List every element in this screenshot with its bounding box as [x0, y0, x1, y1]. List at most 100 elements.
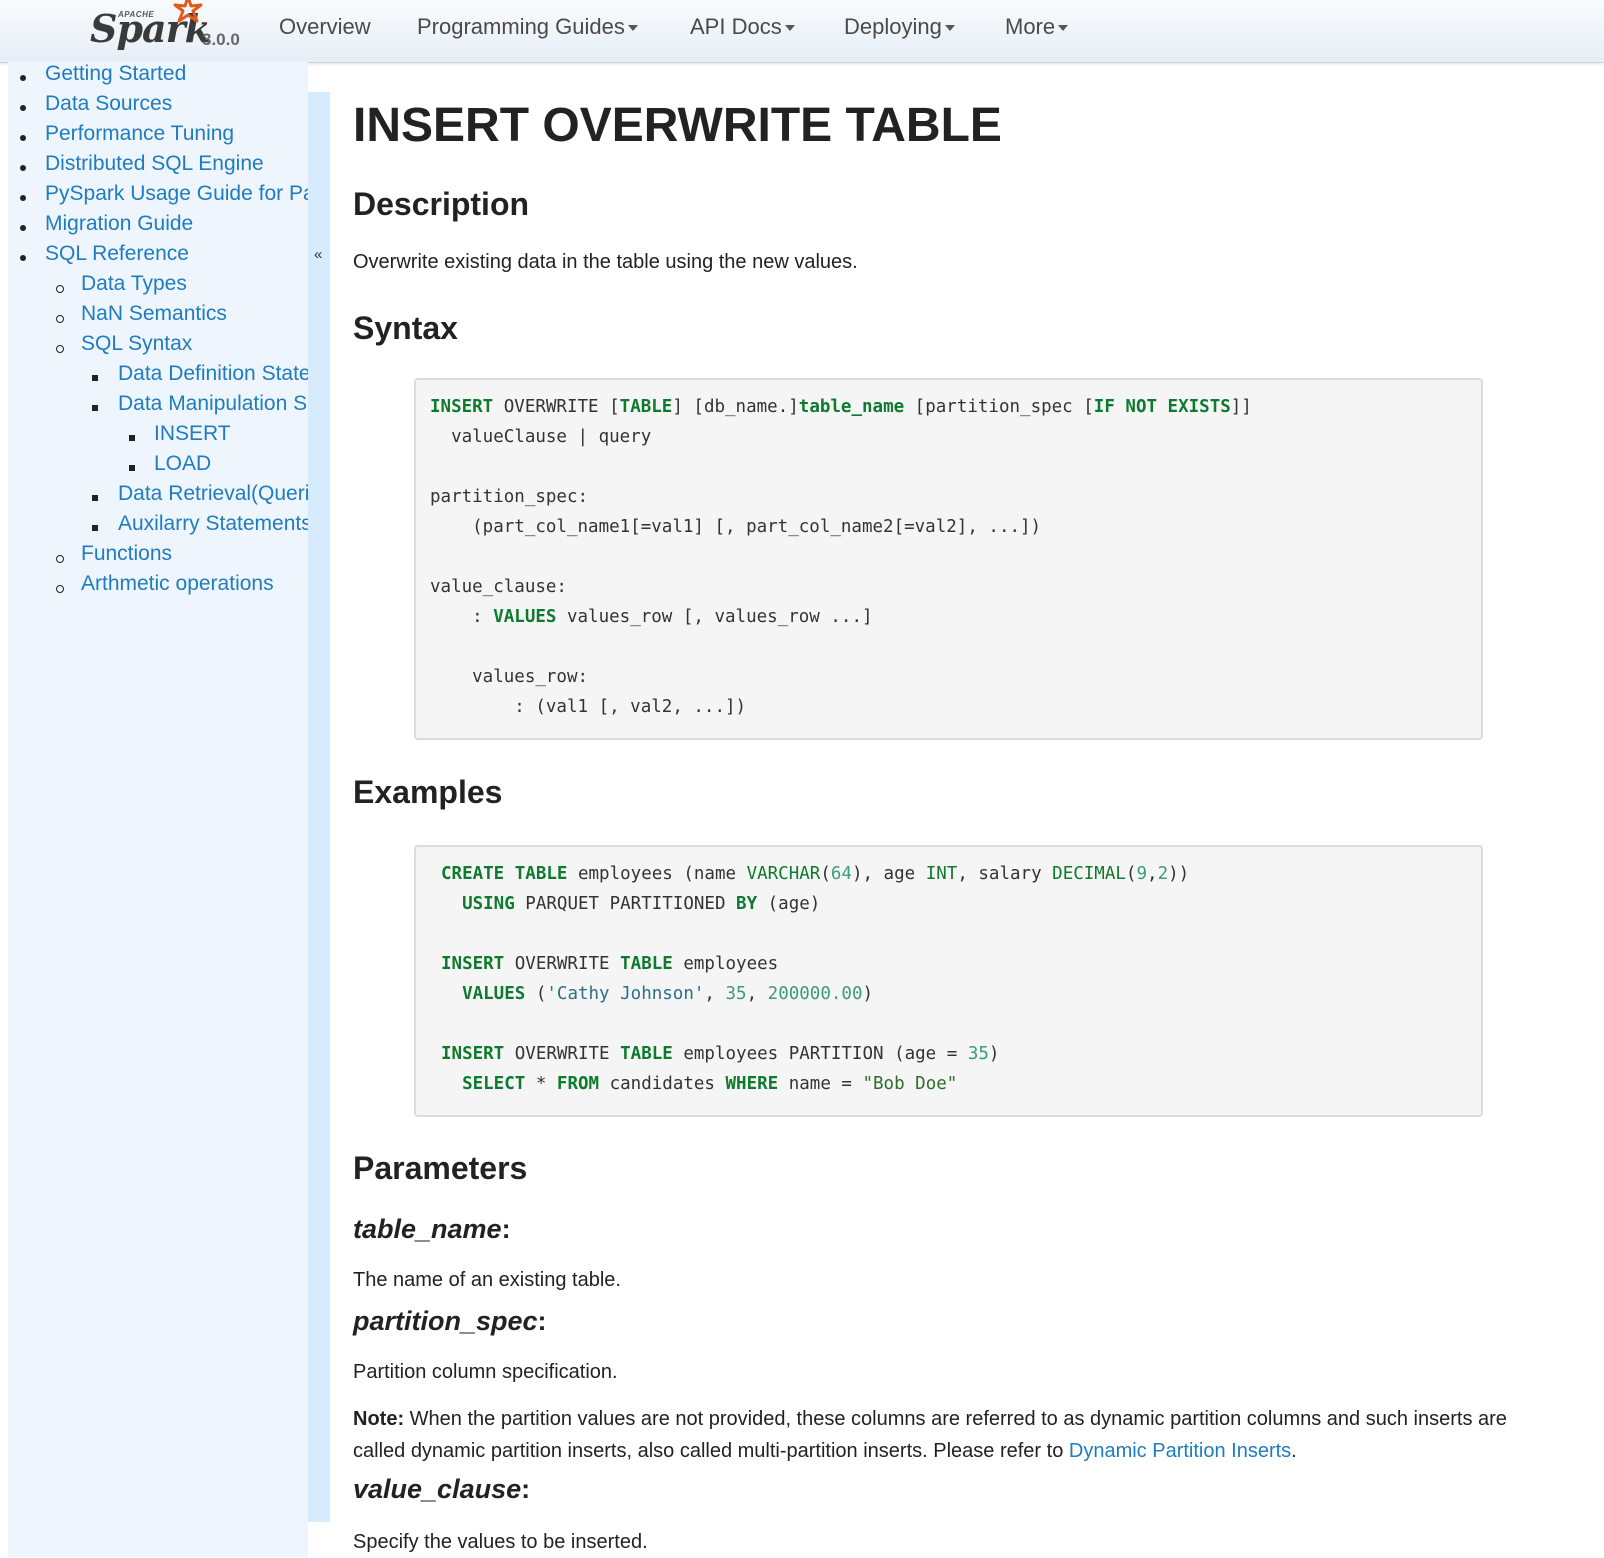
code-token: values_row [, values_row ...] — [556, 607, 873, 627]
code-token: name = — [778, 1074, 863, 1094]
bullet-icon — [20, 105, 26, 111]
code-token: )) — [1168, 864, 1190, 884]
sidebar-splitter[interactable] — [308, 92, 330, 1522]
spark-star-icon — [173, 0, 203, 23]
bullet-icon — [92, 375, 98, 381]
code-token: candidates — [599, 1074, 726, 1094]
code-token: TABLE — [620, 1044, 673, 1064]
examples-code: CREATE TABLE employees (name VARCHAR(64)… — [441, 859, 1481, 1099]
partition-note: Note: When the partition values are not … — [353, 1403, 1553, 1467]
sidebar-nav: Getting Started Data Sources Performance T… — [8, 62, 308, 1557]
bullet-icon — [20, 255, 26, 261]
sidebar-item-auxilarry-statements[interactable]: Auxilarry Statements — [118, 512, 308, 536]
param-value-clause-label: value_clause — [353, 1474, 522, 1504]
code-token: , — [1147, 864, 1158, 884]
sidebar-item-nan-semantics[interactable]: NaN Semantics — [81, 302, 227, 326]
bullet-icon — [56, 555, 64, 563]
nav-overview[interactable]: Overview — [279, 14, 371, 40]
nav-more[interactable]: More — [1005, 14, 1069, 40]
code-token: ( — [820, 864, 831, 884]
sidebar-item-distributed-sql-engine[interactable]: Distributed SQL Engine — [45, 152, 264, 176]
sidebar-item-sql-reference[interactable]: SQL Reference — [45, 242, 189, 266]
examples-heading: Examples — [353, 774, 503, 810]
dynamic-partition-inserts-link[interactable]: Dynamic Partition Inserts — [1069, 1440, 1291, 1462]
bullet-icon — [20, 195, 26, 201]
nav-overview-label: Overview — [279, 14, 371, 39]
sidebar-item-pyspark-usage-guide-for-pa[interactable]: PySpark Usage Guide for Pa — [45, 182, 308, 206]
version-label: 3.0.0 — [202, 30, 240, 49]
code-token: OVERWRITE — [504, 954, 621, 974]
code-token: : (val1 [, val2, ...]) — [430, 697, 747, 717]
code-token: ]] — [1230, 397, 1252, 417]
param-value-clause-desc: Specify the values to be inserted. — [353, 1531, 648, 1553]
bullet-icon — [20, 75, 26, 81]
code-token: DECIMAL — [1052, 864, 1126, 884]
sidebar-item-sql-syntax[interactable]: SQL Syntax — [81, 332, 192, 356]
param-partition-spec: partition_spec: — [353, 1306, 547, 1337]
bullet-icon — [92, 495, 98, 501]
caret-down-icon — [784, 25, 795, 32]
code-token: VALUES — [493, 607, 557, 627]
param-table-name-desc: The name of an existing table. — [353, 1269, 621, 1291]
param-table-name: table_name: — [353, 1214, 511, 1245]
bullet-icon — [20, 135, 26, 141]
description-text: Overwrite existing data in the table usi… — [353, 251, 858, 273]
sidebar-item-data-definition-state[interactable]: Data Definition State — [118, 362, 308, 386]
parameters-heading: Parameters — [353, 1150, 528, 1186]
sidebar-item-performance-tuning[interactable]: Performance Tuning — [45, 122, 234, 146]
nav-programming-guides[interactable]: Programming Guides — [417, 14, 638, 40]
code-token: OVERWRITE [ — [493, 397, 620, 417]
nav-deploying-label: Deploying — [844, 14, 942, 39]
nav-deploying[interactable]: Deploying — [844, 14, 955, 40]
code-token: employees PARTITION (age = — [672, 1044, 968, 1064]
code-token: 64 — [830, 864, 852, 884]
param-colon: : — [501, 1214, 511, 1244]
code-token: SELECT — [462, 1074, 526, 1094]
code-token: INT — [925, 864, 958, 884]
code-token: VALUES — [462, 984, 526, 1004]
collapse-sidebar-button[interactable]: « — [314, 246, 322, 263]
sidebar-item-migration-guide[interactable]: Migration Guide — [45, 212, 193, 236]
sidebar-item-data-types[interactable]: Data Types — [81, 272, 187, 296]
code-token: IF NOT EXISTS — [1093, 397, 1231, 417]
sidebar-item-load[interactable]: LOAD — [154, 452, 211, 476]
sidebar-item-data-manipulation-s[interactable]: Data Manipulation S — [118, 392, 307, 416]
code-token: "Bob Doe" — [862, 1074, 958, 1094]
nav-api-docs[interactable]: API Docs — [690, 14, 795, 40]
code-token: ( — [1125, 864, 1137, 884]
code-token: INSERT — [441, 954, 505, 974]
code-token: PARQUET PARTITIONED — [514, 894, 737, 914]
caret-down-icon — [1058, 25, 1069, 32]
nav-programming-guides-label: Programming Guides — [417, 14, 625, 39]
param-partition-spec-label: partition_spec — [353, 1306, 538, 1336]
examples-code-block: CREATE TABLE employees (name VARCHAR(64)… — [414, 845, 1483, 1117]
code-token: ] [db_name.] — [672, 397, 799, 417]
sidebar-item-data-sources[interactable]: Data Sources — [45, 92, 172, 116]
code-token: TABLE — [619, 397, 673, 417]
sidebar-item-getting-started[interactable]: Getting Started — [45, 62, 186, 86]
code-token: ), age — [851, 864, 926, 884]
param-table-name-label: table_name — [353, 1214, 502, 1244]
code-token: CREATE TABLE — [441, 864, 568, 884]
code-token: FROM — [556, 1074, 600, 1094]
code-token: TABLE — [620, 954, 673, 974]
sidebar-item-data-retrieval-queri[interactable]: Data Retrieval(Queri — [118, 482, 308, 506]
spark-logo[interactable]: APACHE Spark 3.0.0 — [90, 0, 260, 62]
param-value-clause: value_clause: — [353, 1474, 530, 1505]
sidebar-item-insert[interactable]: INSERT — [154, 422, 231, 446]
sidebar-item-arthmetic-operations[interactable]: Arthmetic operations — [81, 572, 274, 596]
code-token: , — [746, 984, 768, 1004]
note-text: When the partition values are not provid… — [353, 1408, 1507, 1462]
code-token: (age) — [757, 894, 821, 914]
bullet-icon — [92, 405, 98, 411]
param-colon: : — [521, 1474, 531, 1504]
code-token: : — [430, 607, 494, 627]
code-token: table_name — [798, 397, 905, 417]
code-token: 'Cathy Johnson' — [546, 984, 705, 1004]
top-navbar: APACHE Spark 3.0.0 Overview Programming … — [0, 0, 1604, 63]
syntax-code: INSERT OVERWRITE [TABLE] [db_name.]table… — [430, 392, 1481, 722]
bullet-icon — [56, 585, 64, 593]
sidebar-item-functions[interactable]: Functions — [81, 542, 172, 566]
